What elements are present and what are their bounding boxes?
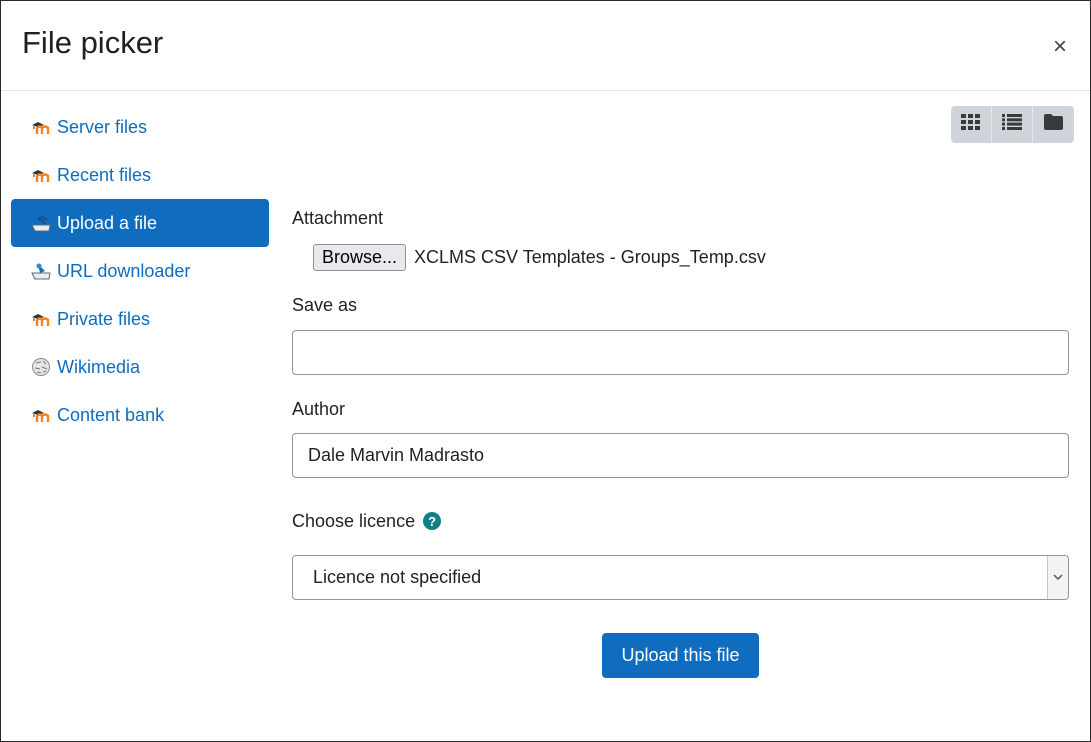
file-picker-dialog: File picker × Server files Recent files … [0, 0, 1091, 742]
sidebar-item-server-files[interactable]: Server files [11, 103, 269, 151]
close-icon: × [1052, 33, 1067, 60]
grid-icon [961, 114, 981, 135]
author-input[interactable] [292, 433, 1069, 478]
repository-list: Server files Recent files Upload a file … [11, 103, 269, 439]
url-download-icon [31, 261, 51, 281]
help-icon[interactable]: ? [423, 512, 442, 531]
moodle-icon [31, 405, 51, 425]
author-label: Author [292, 399, 346, 419]
licence-selected-value: Licence not specified [313, 567, 482, 587]
browse-button[interactable]: Browse... [313, 244, 407, 271]
licence-label-row: Choose licence? [292, 511, 442, 532]
view-toolbar [951, 106, 1074, 143]
file-input: Browse... XCLMS CSV Templates - Groups_T… [313, 244, 766, 271]
icons-view-button[interactable] [951, 106, 992, 143]
save-as-label: Save as [292, 295, 358, 315]
list-view-button[interactable] [992, 106, 1033, 143]
folder-icon [1044, 114, 1063, 135]
moodle-icon [31, 117, 51, 137]
sidebar-item-label: Private files [57, 308, 151, 329]
moodle-icon [31, 165, 51, 185]
sidebar-item-label: URL downloader [57, 260, 191, 281]
sidebar-item-wikimedia[interactable]: Wikimedia [11, 343, 269, 391]
upload-icon [31, 213, 51, 233]
close-button[interactable]: × [1048, 35, 1072, 59]
wikimedia-icon [31, 357, 51, 377]
selected-file-name: XCLMS CSV Templates - Groups_Temp.csv [414, 247, 766, 267]
moodle-icon [31, 309, 51, 329]
licence-label: Choose licence [292, 511, 416, 531]
sidebar-item-label: Recent files [57, 164, 152, 185]
sidebar-item-label: Server files [57, 116, 148, 137]
sidebar-item-private-files[interactable]: Private files [11, 295, 269, 343]
sidebar-item-label: Wikimedia [57, 356, 141, 377]
licence-select[interactable]: Licence not specified [292, 555, 1069, 600]
list-icon [1002, 114, 1022, 135]
sidebar-item-url-downloader[interactable]: URL downloader [11, 247, 269, 295]
sidebar-item-recent-files[interactable]: Recent files [11, 151, 269, 199]
attachment-label: Attachment [292, 208, 384, 228]
sidebar-item-label: Upload a file [57, 212, 158, 233]
dialog-title: File picker [22, 25, 164, 60]
sidebar-item-upload-a-file[interactable]: Upload a file [11, 199, 269, 247]
sidebar-item-label: Content bank [57, 404, 165, 425]
sidebar-item-content-bank[interactable]: Content bank [11, 391, 269, 439]
upload-file-button[interactable]: Upload this file [602, 633, 759, 678]
dialog-header: File picker × [1, 1, 1090, 91]
chevron-down-icon [1047, 556, 1068, 599]
save-as-input[interactable] [292, 330, 1069, 375]
tree-view-button[interactable] [1033, 106, 1074, 143]
